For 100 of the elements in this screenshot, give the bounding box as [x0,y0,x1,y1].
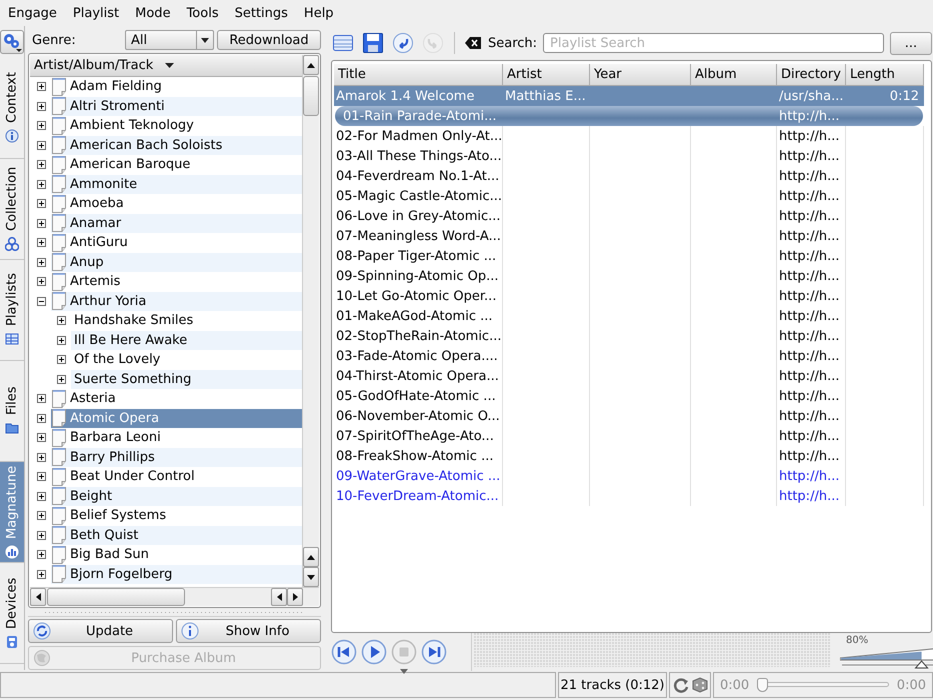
expand-icon[interactable] [57,336,66,345]
scroll-left-button[interactable] [30,588,46,606]
expand-icon[interactable] [57,374,66,384]
menu-item[interactable]: Tools [178,6,227,20]
playlist-row[interactable]: 03-Fade-Atomic Opera.... http://h... [334,346,924,366]
genre-dropdown[interactable]: All [125,30,214,50]
expand-icon[interactable] [37,140,46,150]
expand-icon[interactable] [57,316,66,326]
playlist-row[interactable]: 02-For Madmen Only-At... http://h... [334,126,924,146]
search-field[interactable]: Playlist Search [543,33,884,53]
expand-icon[interactable] [37,414,46,423]
dropdown-arrow-icon[interactable] [400,668,408,674]
expand-icon[interactable] [37,121,46,130]
options-button[interactable]: ... [890,32,932,54]
tree-item[interactable]: Ambient Teknology [51,116,302,136]
menu-item[interactable]: Settings [226,6,296,20]
column-header[interactable]: Length [846,64,924,86]
tree-item[interactable]: Anamar [51,214,302,233]
menu-item[interactable]: Playlist [64,6,128,20]
tree-item[interactable]: Arthur Yoria [51,292,302,311]
expand-icon[interactable] [37,511,46,520]
expand-icon[interactable] [37,199,46,208]
tree-item[interactable]: Beat Under Control [51,467,302,486]
playlist-row[interactable]: 03-All These Things-Ato... http://h... [334,146,924,166]
expand-icon[interactable] [37,530,46,540]
redownload-button[interactable]: Redownload [217,30,321,50]
column-header[interactable]: Directory [777,64,846,86]
playlist-row[interactable]: 09-WaterGrave-Atomic ... http://h... [334,466,924,486]
scroll-thumb[interactable] [303,76,319,116]
tree-item[interactable]: Beight [51,486,302,506]
tree-item[interactable]: Amoeba [51,194,302,214]
column-header[interactable]: Artist/Album/Track [30,55,302,77]
column-header[interactable]: Artist [503,64,590,86]
expand-icon[interactable] [57,355,66,364]
tree-item[interactable]: American Baroque [51,155,302,174]
collapse-icon[interactable] [37,296,46,306]
tree-item[interactable]: American Bach Soloists [51,136,302,155]
tree-item[interactable]: Of the Lovely [71,350,302,370]
playlist-row[interactable]: 05-Magic Castle-Atomic... http://h... [334,186,924,206]
expand-icon[interactable] [37,258,46,267]
toolbar-button[interactable] [361,31,385,55]
playlist-row[interactable]: 01-Rain Parade-Atomi... http://h... [335,106,923,126]
repeat-icon[interactable] [672,676,690,694]
tree-item[interactable]: Belief Systems [51,506,302,526]
expand-icon[interactable] [37,218,46,228]
expand-icon[interactable] [37,472,46,482]
playlist-row[interactable]: 02-StopTheRain-Atomic... http://h... [334,326,924,346]
scroll-down-button[interactable] [303,567,319,588]
column-header[interactable]: Title [334,64,503,86]
expand-icon[interactable] [37,570,46,579]
configure-button[interactable] [0,30,24,54]
expand-icon[interactable] [37,180,46,189]
column-header[interactable]: Year [590,64,691,86]
playlist-row[interactable]: 04-Feverdream No.1-At... http://h... [334,166,924,186]
clear-search-icon[interactable] [464,36,482,50]
scroll-left-button[interactable] [271,588,287,606]
expand-icon[interactable] [37,452,46,462]
play-button[interactable] [361,638,387,664]
playlist-row[interactable]: 10-FeverDream-Atomic... http://h... [334,486,924,506]
expand-icon[interactable] [37,160,46,170]
column-header[interactable]: Album [691,64,777,86]
playlist-row[interactable]: 07-Meaningless Word-A... http://h... [334,226,924,246]
tree-item[interactable]: Anup [51,252,302,272]
volume-slider[interactable] [840,646,933,668]
scroll-up-button[interactable] [303,547,319,568]
menu-item[interactable]: Mode [127,6,179,20]
expand-icon[interactable] [37,277,46,286]
tree-item[interactable]: Handshake Smiles [71,311,302,330]
playlist-row[interactable]: 10-Let Go-Atomic Oper... http://h... [334,286,924,306]
menu-item[interactable]: Help [296,6,342,20]
expand-icon[interactable] [37,394,46,404]
playlist-row[interactable]: 09-Spinning-Atomic Op... http://h... [334,266,924,286]
expand-icon[interactable] [37,102,46,111]
playlist-row[interactable]: 08-Paper Tiger-Atomic ... http://h... [334,246,924,266]
tree-item[interactable]: Ill Be Here Awake [71,330,302,350]
playlist-row[interactable]: 07-SpiritOfTheAge-Ato... http://h... [334,426,924,446]
dice-icon[interactable] [690,676,708,694]
tree-item[interactable]: Big Bad Sun [51,545,302,564]
playlist-row[interactable]: 05-GodOfHate-Atomic ... http://h... [334,386,924,406]
toolbar-button[interactable] [391,31,415,55]
next-button[interactable] [421,638,447,664]
tree-item[interactable]: Barbara Leoni [51,428,302,448]
tree-item[interactable]: Artemis [51,272,302,292]
previous-button[interactable] [331,638,357,664]
playlist-row[interactable]: 04-Thirst-Atomic Opera... http://h... [334,366,924,386]
playlist-row[interactable]: Amarok 1.4 Welcome Matthias E... /usr/sha... 0:12 [334,86,924,106]
expand-icon[interactable] [37,492,46,501]
playlist-row[interactable]: 08-FreakShow-Atomic ... http://h... [334,446,924,466]
tree-item[interactable]: Beth Quist [51,526,302,545]
action-button[interactable]: Show Info [176,619,321,643]
menu-item[interactable]: Engage [0,6,65,20]
playlist-row[interactable]: 06-November-Atomic O... http://h... [334,406,924,426]
tree-item[interactable]: Bjorn Fogelberg [51,564,302,584]
expand-icon[interactable] [37,238,46,248]
expand-icon[interactable] [37,550,46,560]
tree-item[interactable]: Asteria [51,389,302,408]
scroll-up-button[interactable] [303,55,319,75]
expand-icon[interactable] [37,433,46,442]
tree-item[interactable]: Ammonite [51,174,302,194]
tree-item[interactable]: Adam Fielding [51,77,302,96]
